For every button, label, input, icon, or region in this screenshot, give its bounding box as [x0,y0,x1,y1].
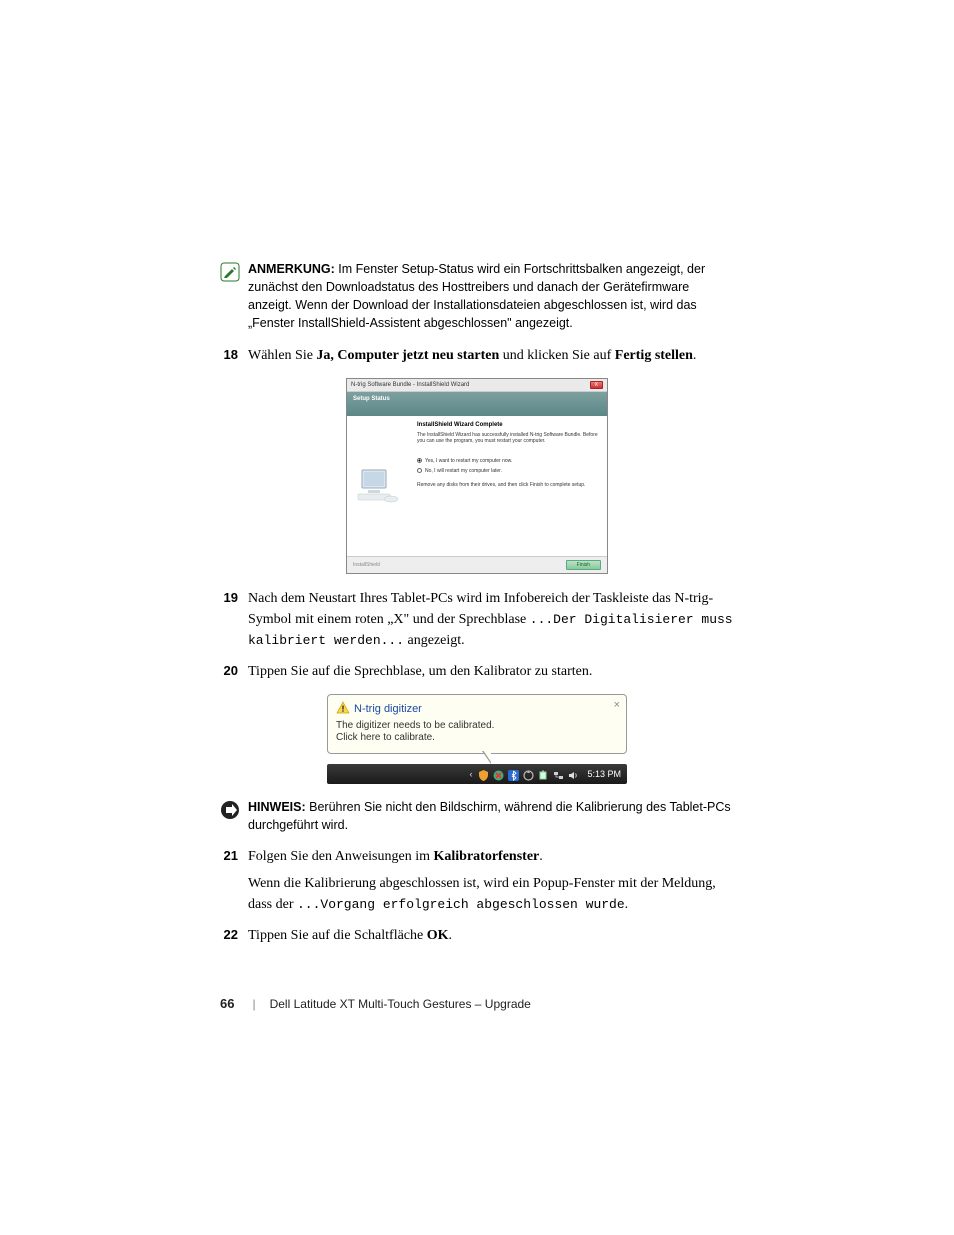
note-anmerkung: ANMERKUNG: Im Fenster Setup-Status wird … [220,260,734,333]
step-number: 21 [220,846,248,915]
shield-icon[interactable] [478,768,489,779]
step-number: 18 [220,345,248,366]
installshield-wizard-window: N-trig Software Bundle - InstallShield W… [346,378,608,574]
balloon-body: The digitizer needs to be calibrated. Cl… [336,720,618,745]
step-body: Folgen Sie den Anweisungen im Kalibrator… [248,846,734,915]
notice-arrow-icon [220,800,242,820]
network-icon[interactable] [553,768,564,779]
step-number: 19 [220,588,248,651]
note-anmerkung-label: ANMERKUNG: [248,262,335,276]
step-20: 20 Tippen Sie auf die Sprechblase, um de… [220,661,734,682]
balloon-figure: × N-trig digitizer The digitizer needs t… [220,694,734,784]
balloon-title-row: N-trig digitizer [336,701,618,718]
step-18: 18 Wählen Sie Ja, Computer jetzt neu sta… [220,345,734,366]
taskbar: ‹ [327,764,627,784]
note-hinweis-text: HINWEIS: Berühren Sie nicht den Bildschi… [248,798,734,834]
document-page: ANMERKUNG: Im Fenster Setup-Status wird … [0,0,954,1235]
step-body: Tippen Sie auf die Sprechblase, um den K… [248,661,734,682]
pencil-note-icon [220,262,242,282]
wizard-header: Setup Status [347,392,607,416]
page-footer: 66 | Dell Latitude XT Multi-Touch Gestur… [220,996,734,1011]
close-icon[interactable]: × [614,699,620,711]
wizard-description: The InstallShield Wizard has successfull… [417,432,599,444]
note-hinweis-label: HINWEIS: [248,800,306,814]
wizard-footer: InstallShield Finish [347,556,607,573]
close-icon[interactable]: X [590,381,603,389]
finish-button[interactable]: Finish [566,560,601,570]
wizard-remove-disks-text: Remove any disks from their drives, and … [417,482,599,488]
wizard-figure: N-trig Software Bundle - InstallShield W… [220,378,734,574]
wizard-option-restart-now[interactable]: Yes, I want to restart my computer now. [417,458,599,464]
volume-icon[interactable] [568,768,579,779]
step-22: 22 Tippen Sie auf die Schaltfläche OK. [220,925,734,946]
note-anmerkung-text: ANMERKUNG: Im Fenster Setup-Status wird … [248,260,734,333]
wizard-body: InstallShield Wizard Complete The Instal… [347,416,607,556]
balloon-title: N-trig digitizer [354,703,422,715]
warning-icon [336,701,350,718]
step-number: 22 [220,925,248,946]
wizard-content: InstallShield Wizard Complete The Instal… [409,416,607,556]
bluetooth-icon[interactable] [508,768,519,779]
taskbar-wrap: × N-trig digitizer The digitizer needs t… [327,694,627,784]
step-number: 20 [220,661,248,682]
wizard-complete-heading: InstallShield Wizard Complete [417,422,599,428]
wizard-image [347,416,409,556]
footer-title: Dell Latitude XT Multi-Touch Gestures – … [270,997,531,1011]
step-body: Nach dem Neustart Ihres Tablet-PCs wird … [248,588,734,651]
page-number: 66 [220,996,234,1011]
ntrig-x-icon[interactable] [493,768,504,779]
taskbar-clock[interactable]: 5:13 PM [587,769,621,779]
battery-icon[interactable] [538,768,549,779]
wizard-titlebar: N-trig Software Bundle - InstallShield W… [347,379,607,392]
step-19: 19 Nach dem Neustart Ihres Tablet-PCs wi… [220,588,734,651]
installshield-label: InstallShield [353,562,380,568]
step-body: Wählen Sie Ja, Computer jetzt neu starte… [248,345,734,366]
note-hinweis: HINWEIS: Berühren Sie nicht den Bildschi… [220,798,734,834]
notification-balloon[interactable]: × N-trig digitizer The digitizer needs t… [327,694,627,754]
wizard-option-restart-later[interactable]: No, I will restart my computer later. [417,468,599,474]
radio-selected-icon [417,458,422,463]
sync-icon[interactable] [523,768,534,779]
step-21: 21 Folgen Sie den Anweisungen im Kalibra… [220,846,734,915]
wizard-title: N-trig Software Bundle - InstallShield W… [351,382,469,388]
footer-separator: | [252,997,255,1011]
step-body: Tippen Sie auf die Schaltfläche OK. [248,925,734,946]
chevron-left-icon[interactable]: ‹ [469,769,472,779]
radio-unselected-icon [417,468,422,473]
